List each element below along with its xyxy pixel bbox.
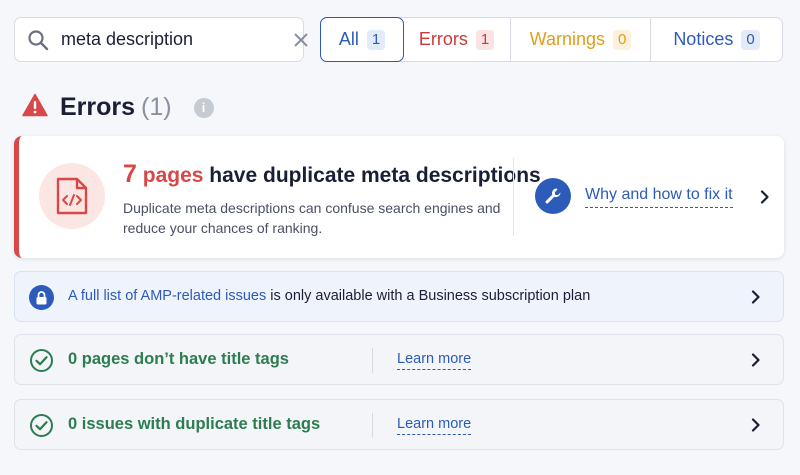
- info-icon[interactable]: i: [193, 97, 214, 118]
- error-description: Duplicate meta descriptions can confuse …: [123, 200, 501, 236]
- filter-all[interactable]: All 1: [320, 17, 404, 62]
- amp-message-text: is only available with a Business subscr…: [266, 288, 591, 304]
- filter-count: 0: [741, 29, 760, 50]
- filter-count: 1: [475, 29, 495, 50]
- amp-issues-row[interactable]: A full list of AMP-related issues is onl…: [14, 271, 784, 322]
- chevron-right-icon[interactable]: [748, 352, 764, 368]
- lock-icon: [29, 285, 54, 310]
- section-title: Errors: [60, 93, 136, 121]
- wrench-icon: [535, 178, 571, 214]
- learn-more-link[interactable]: Learn more: [397, 416, 472, 435]
- filter-label: All: [338, 29, 359, 49]
- check-circle-icon: [29, 413, 54, 438]
- clear-icon[interactable]: [293, 30, 309, 50]
- error-headline: 7 pages have duplicate meta descriptions: [123, 160, 541, 189]
- section-heading: Errors (1) i: [22, 93, 214, 122]
- duplicate-meta-error-card: 7 pages have duplicate meta descriptions…: [14, 136, 784, 258]
- error-headline-text: have duplicate meta descriptions: [203, 164, 541, 187]
- row-divider: [372, 413, 373, 438]
- filter-label: Warnings: [529, 29, 605, 49]
- warning-triangle-icon: [22, 93, 48, 122]
- error-count: 7: [123, 160, 137, 188]
- filter-notices[interactable]: Notices 0: [651, 18, 782, 61]
- amp-issues-link[interactable]: A full list of AMP-related issues: [68, 288, 266, 304]
- issue-filter-tabs: All 1 Errors 1 Warnings 0 Notices 0: [320, 17, 783, 62]
- filter-label: Errors: [418, 29, 468, 49]
- search-box[interactable]: [14, 17, 308, 62]
- chevron-right-icon[interactable]: [757, 189, 773, 205]
- check-result-text: 0 issues with duplicate title tags: [68, 415, 321, 433]
- card-divider: [513, 158, 514, 236]
- chevron-right-icon[interactable]: [748, 289, 764, 305]
- filter-count: 0: [613, 29, 632, 50]
- filter-warnings[interactable]: Warnings 0: [511, 18, 651, 61]
- code-file-icon: [39, 163, 105, 229]
- search-input[interactable]: [61, 29, 293, 50]
- filter-label: Notices: [673, 29, 734, 49]
- check-result-text: 0 pages don’t have title tags: [68, 350, 289, 368]
- filter-errors[interactable]: Errors 1: [403, 18, 511, 61]
- amp-message: A full list of AMP-related issues is onl…: [68, 288, 590, 304]
- duplicate-title-tags-row[interactable]: 0 issues with duplicate title tags Learn…: [14, 399, 784, 450]
- section-count: (1): [141, 93, 172, 121]
- error-pages-link[interactable]: pages: [143, 164, 204, 187]
- learn-more-link[interactable]: Learn more: [397, 351, 472, 370]
- title-tags-missing-row[interactable]: 0 pages don’t have title tags Learn more: [14, 334, 784, 385]
- filter-count: 1: [366, 29, 386, 50]
- fix-guide-link[interactable]: Why and how to fix it: [585, 186, 733, 208]
- row-divider: [372, 348, 373, 373]
- chevron-right-icon[interactable]: [748, 417, 764, 433]
- search-icon: [27, 29, 49, 51]
- check-circle-icon: [29, 348, 54, 373]
